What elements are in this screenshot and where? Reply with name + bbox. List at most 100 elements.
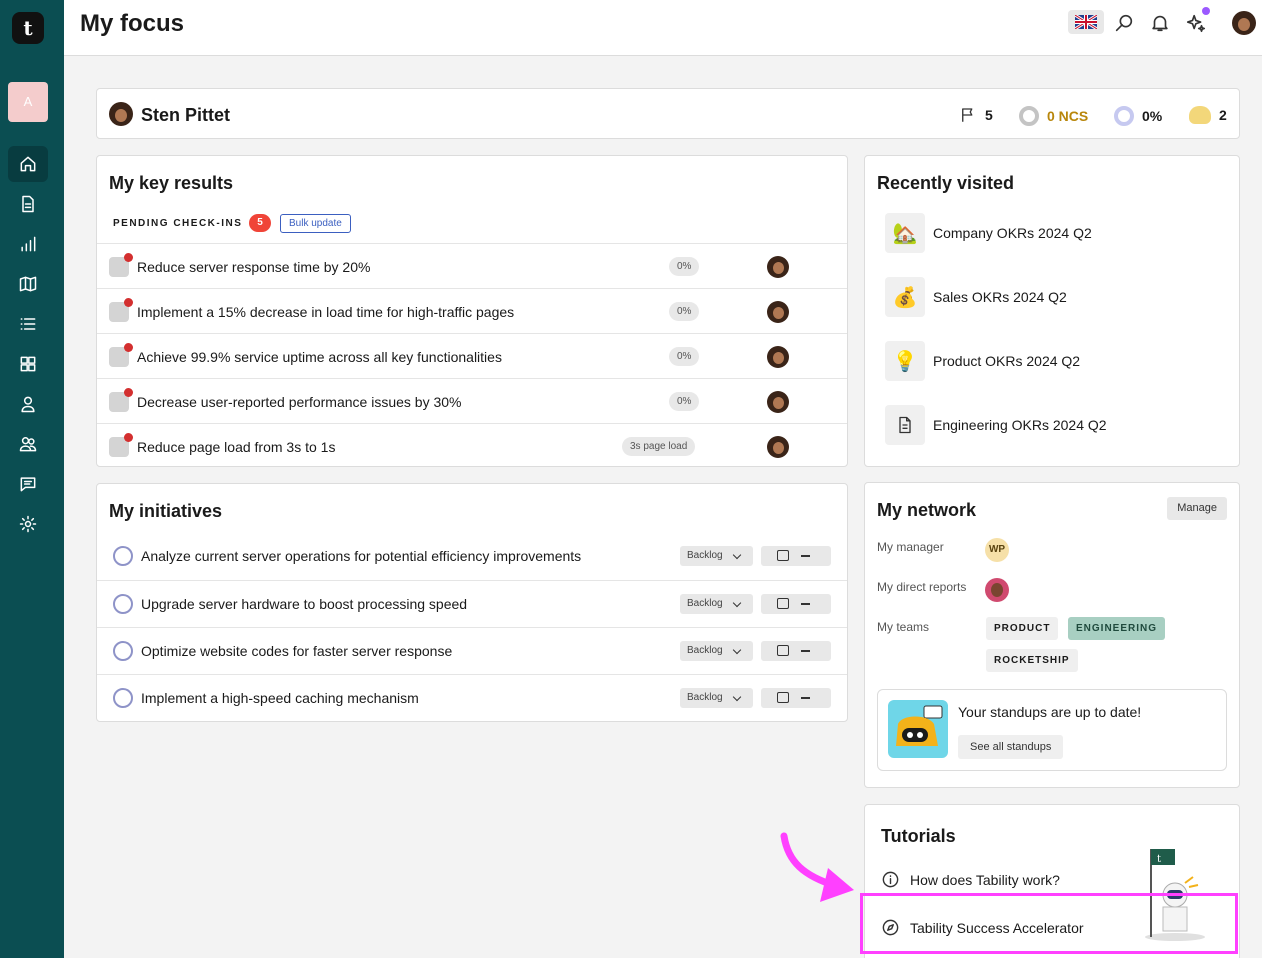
tability-logo[interactable]: t: [12, 12, 44, 44]
nav-people[interactable]: [8, 386, 48, 422]
recent-item-label[interactable]: Company OKRs 2024 Q2: [933, 225, 1092, 241]
status-dropdown[interactable]: Backlog: [680, 688, 753, 708]
recent-item[interactable]: 💡 Product OKRs 2024 Q2: [885, 341, 1080, 381]
kr-row[interactable]: Decrease user-reported performance issue…: [97, 378, 847, 423]
initiative-title[interactable]: Implement a high-speed caching mechanism: [141, 690, 419, 706]
profile-name: Sten Pittet: [141, 105, 231, 125]
direct-report-avatar[interactable]: [985, 578, 1009, 602]
due-date-button[interactable]: [761, 641, 831, 661]
status-dropdown[interactable]: Backlog: [680, 641, 753, 661]
kr-title[interactable]: Decrease user-reported performance issue…: [137, 394, 462, 410]
message-icon: [20, 477, 36, 492]
kr-checkin-icon[interactable]: [109, 433, 133, 457]
initiative-row[interactable]: Implement a high-speed caching mechanism…: [97, 674, 847, 721]
progress-stat[interactable]: 0%: [1114, 106, 1162, 126]
bulk-update-button[interactable]: Bulk update: [280, 214, 351, 233]
nav-standups[interactable]: [8, 466, 48, 502]
due-date-button[interactable]: [761, 688, 831, 708]
recent-item-label[interactable]: Sales OKRs 2024 Q2: [933, 289, 1067, 305]
status-circle-icon[interactable]: [113, 688, 133, 708]
search-button[interactable]: [1113, 12, 1135, 34]
initiative-title[interactable]: Analyze current server operations for po…: [141, 548, 581, 564]
ncs-ring-icon: [1019, 106, 1039, 126]
direct-reports-label: My direct reports: [877, 580, 967, 594]
notification-dot: [1202, 7, 1210, 15]
due-date-button[interactable]: [761, 594, 831, 614]
coins-stat[interactable]: 2: [1189, 106, 1227, 124]
calendar-icon: [777, 550, 789, 561]
kr-row[interactable]: Achieve 99.9% service uptime across all …: [97, 333, 847, 378]
nav-settings[interactable]: [8, 506, 48, 542]
sparkles-icon: [1186, 14, 1206, 33]
recent-item[interactable]: 💰 Sales OKRs 2024 Q2: [885, 277, 1067, 317]
nav-documents[interactable]: [8, 186, 48, 222]
workspace-avatar[interactable]: A: [8, 82, 48, 122]
tutorials-title: Tutorials: [881, 826, 956, 846]
kr-checkin-icon[interactable]: [109, 298, 133, 322]
language-button[interactable]: [1068, 10, 1104, 34]
flags-count: 5: [985, 107, 993, 123]
manage-button[interactable]: Manage: [1167, 497, 1227, 520]
status-circle-icon[interactable]: [113, 641, 133, 661]
manager-avatar[interactable]: WP: [985, 538, 1009, 562]
key-results-title: My key results: [109, 173, 234, 193]
flags-stat[interactable]: 5: [959, 106, 993, 124]
dash-icon: [801, 650, 810, 652]
due-date-button[interactable]: [761, 546, 831, 566]
map-icon: [19, 276, 37, 292]
manager-label: My manager: [877, 540, 944, 554]
kr-progress-pill: 0%: [669, 302, 700, 321]
see-all-standups-button[interactable]: See all standups: [958, 735, 1064, 759]
kr-title[interactable]: Reduce server response time by 20%: [137, 259, 370, 275]
standup-robot-illustration: [888, 700, 948, 758]
standup-card: Your standups are up to date! See all st…: [877, 689, 1227, 771]
tutorial-label[interactable]: How does Tability work?: [910, 872, 1060, 888]
nav-teams[interactable]: [8, 426, 48, 462]
kr-row[interactable]: Reduce page load from 3s to 1s 3s page l…: [97, 423, 847, 468]
initiative-row[interactable]: Analyze current server operations for po…: [97, 533, 847, 580]
nav-grid[interactable]: [8, 346, 48, 382]
kr-title[interactable]: Achieve 99.9% service uptime across all …: [137, 349, 502, 365]
bell-icon: [1152, 15, 1168, 32]
status-dropdown[interactable]: Backlog: [680, 594, 753, 614]
status-circle-icon[interactable]: [113, 594, 133, 614]
kr-row[interactable]: Implement a 15% decrease in load time fo…: [97, 288, 847, 333]
kr-row[interactable]: Reduce server response time by 20% 0%: [97, 243, 847, 288]
uk-flag-icon: [1075, 15, 1097, 29]
nav-reports[interactable]: [8, 226, 48, 262]
recent-item[interactable]: Engineering OKRs 2024 Q2: [885, 405, 1107, 445]
user-avatar[interactable]: [1232, 11, 1256, 35]
initiative-row[interactable]: Upgrade server hardware to boost process…: [97, 580, 847, 627]
kr-checkin-icon[interactable]: [109, 343, 133, 367]
nav-list[interactable]: [8, 306, 48, 342]
ncs-stat[interactable]: 0 NCS: [1019, 106, 1088, 126]
team-tag-product[interactable]: PRODUCT: [986, 617, 1059, 640]
kr-title[interactable]: Implement a 15% decrease in load time fo…: [137, 304, 514, 320]
team-tag-rocketship[interactable]: ROCKETSHIP: [986, 649, 1078, 672]
recently-visited-card: Recently visited 🏡 Company OKRs 2024 Q2 …: [864, 155, 1240, 467]
kr-title[interactable]: Reduce page load from 3s to 1s: [137, 439, 335, 455]
coins-value: 2: [1219, 107, 1227, 123]
recent-item[interactable]: 🏡 Company OKRs 2024 Q2: [885, 213, 1092, 253]
initiative-row[interactable]: Optimize website codes for faster server…: [97, 627, 847, 674]
status-circle-icon[interactable]: [113, 546, 133, 566]
calendar-icon: [777, 598, 789, 609]
recently-visited-title: Recently visited: [877, 173, 1015, 193]
nav-map[interactable]: [8, 266, 48, 302]
initiative-title[interactable]: Upgrade server hardware to boost process…: [141, 596, 467, 612]
document-icon: [22, 195, 34, 213]
nav-home[interactable]: [8, 146, 48, 182]
status-dropdown[interactable]: Backlog: [680, 546, 753, 566]
recent-item-label[interactable]: Product OKRs 2024 Q2: [933, 353, 1080, 369]
kr-progress-pill: 0%: [669, 347, 700, 366]
kr-owner-avatar: [767, 301, 789, 323]
team-tag-engineering[interactable]: ENGINEERING: [1068, 617, 1166, 640]
initiative-title[interactable]: Optimize website codes for faster server…: [141, 643, 452, 659]
ai-button[interactable]: [1185, 7, 1210, 34]
notifications-button[interactable]: [1149, 12, 1171, 34]
kr-checkin-icon[interactable]: [109, 388, 133, 412]
tutorial-item[interactable]: How does Tability work?: [881, 870, 1060, 889]
info-icon: [882, 871, 899, 888]
recent-item-label[interactable]: Engineering OKRs 2024 Q2: [933, 417, 1107, 433]
kr-checkin-icon[interactable]: [109, 253, 133, 277]
